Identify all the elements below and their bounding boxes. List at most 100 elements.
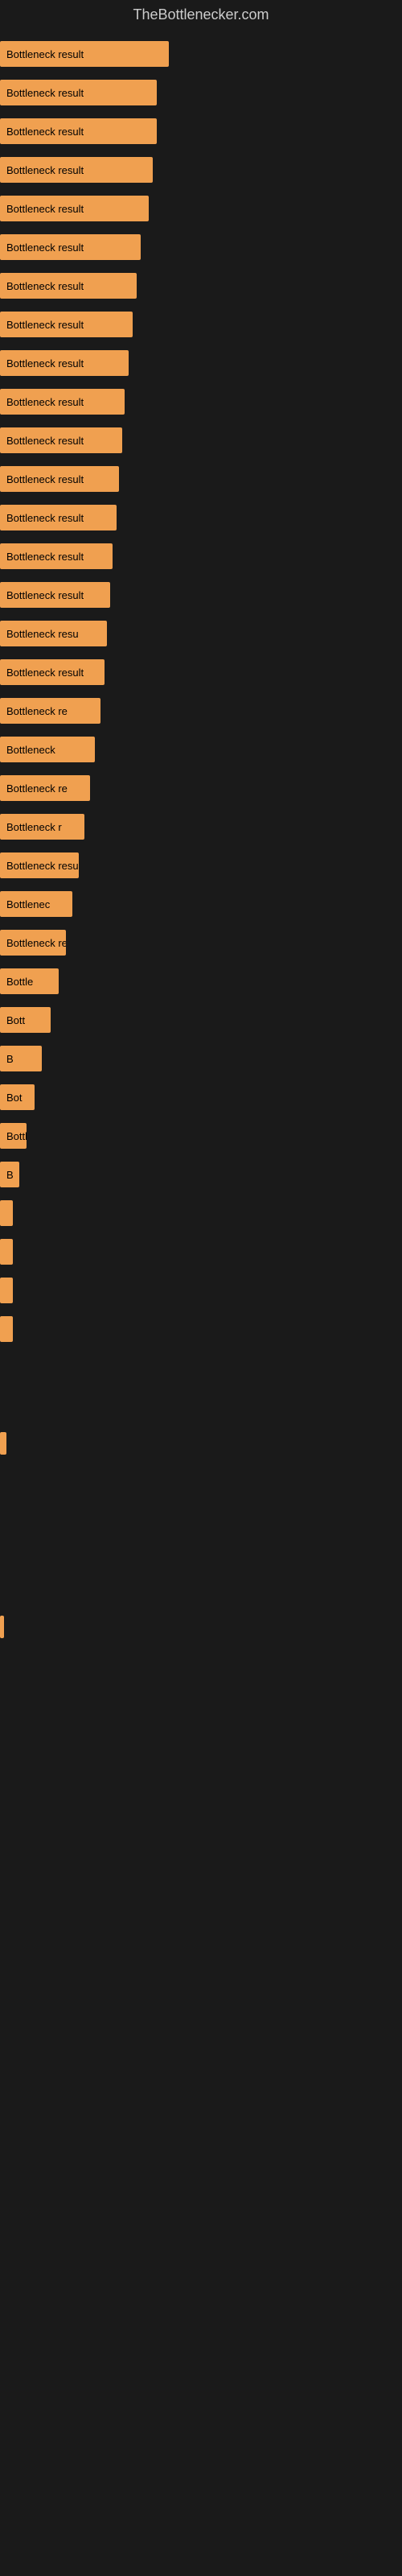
bar[interactable]: Bot — [0, 1084, 35, 1110]
bar[interactable]: Bottleneck result — [0, 659, 105, 685]
bar[interactable]: B — [0, 1162, 19, 1187]
bar[interactable]: Bottleneck result — [0, 157, 153, 183]
bar[interactable]: Bottleneck result — [0, 273, 137, 299]
bar[interactable]: Bottleneck result — [0, 80, 157, 105]
bar-label: Bottleneck result — [6, 87, 84, 99]
bar-row: Bottleneck re — [0, 927, 402, 959]
bar[interactable]: Bottlen — [0, 1123, 27, 1149]
bar-label: Bottleneck result — [6, 280, 84, 292]
bar-label: Bottleneck result — [6, 357, 84, 369]
bar-row: Bottleneck result — [0, 424, 402, 456]
bar-label: Bottleneck result — [6, 589, 84, 601]
bar[interactable]: Bottleneck result — [0, 118, 157, 144]
bar-row — [0, 1274, 402, 1307]
bar[interactable] — [0, 1316, 13, 1342]
bar-row: Bottlenec — [0, 888, 402, 920]
bar[interactable]: Bottleneck result — [0, 41, 169, 67]
bar-row: B — [0, 1042, 402, 1075]
bar[interactable]: Bottleneck result — [0, 234, 141, 260]
bar-row: Bottleneck result — [0, 154, 402, 186]
bar-row: Bottleneck result — [0, 38, 402, 70]
bar[interactable]: Bott — [0, 1007, 51, 1033]
bar[interactable]: Bottleneck result — [0, 466, 119, 492]
bar[interactable]: Bottleneck result — [0, 582, 110, 608]
bar[interactable]: Bottleneck resu — [0, 852, 79, 878]
bottom-bar-row — [0, 1616, 402, 1638]
bottom-bars-container — [0, 1424, 402, 1653]
bar-label: Bottleneck result — [6, 126, 84, 138]
bar-label: Bottleneck r — [6, 821, 62, 833]
bar-label: Bottleneck — [6, 744, 55, 756]
bar-label: Bottleneck re — [6, 705, 68, 717]
bar-row — [0, 1313, 402, 1345]
bar-label: Bottleneck result — [6, 435, 84, 447]
bar[interactable]: Bottlenec — [0, 891, 72, 917]
bar[interactable]: Bottleneck result — [0, 505, 117, 530]
bar-row: Bottleneck result — [0, 579, 402, 611]
bar-label: Bottlenec — [6, 898, 50, 910]
bar[interactable]: Bottleneck re — [0, 775, 90, 801]
bottom-bar — [0, 1432, 6, 1455]
bar-row — [0, 1197, 402, 1229]
bar-row: Bottleneck result — [0, 656, 402, 688]
site-title: TheBottlenecker.com — [0, 0, 402, 30]
bar-row: Bottleneck re — [0, 695, 402, 727]
bar-label: Bottleneck result — [6, 164, 84, 176]
bar[interactable]: B — [0, 1046, 42, 1071]
bar[interactable]: Bottle — [0, 968, 59, 994]
bar-label: B — [6, 1053, 14, 1065]
bar-row — [0, 1236, 402, 1268]
bar-row: Bottleneck result — [0, 270, 402, 302]
bar[interactable]: Bottleneck re — [0, 698, 100, 724]
bar[interactable]: Bottleneck result — [0, 350, 129, 376]
bar-row: Bottleneck result — [0, 115, 402, 147]
bar-label: Bottleneck result — [6, 203, 84, 215]
bar-label: Bottleneck re — [6, 782, 68, 795]
bar-row: Bottleneck — [0, 733, 402, 766]
bar-label: Bottleneck result — [6, 396, 84, 408]
bar[interactable]: Bottleneck resu — [0, 621, 107, 646]
bar-row: Bottleneck resu — [0, 849, 402, 881]
bar[interactable]: Bottleneck r — [0, 814, 84, 840]
bar-row: Bottleneck result — [0, 308, 402, 341]
bar-row: Bott — [0, 1004, 402, 1036]
bar[interactable] — [0, 1200, 13, 1226]
bar-label: Bottleneck result — [6, 551, 84, 563]
bar-row: Bottleneck result — [0, 76, 402, 109]
bar[interactable]: Bottleneck result — [0, 543, 113, 569]
bar-row: Bottleneck resu — [0, 617, 402, 650]
bar[interactable] — [0, 1239, 13, 1265]
bar-row: Bottleneck result — [0, 192, 402, 225]
bar-label: Bottleneck result — [6, 473, 84, 485]
bar-label: Bottleneck result — [6, 319, 84, 331]
bar-label: Bottlen — [6, 1130, 27, 1142]
bar-label: Bottleneck result — [6, 48, 84, 60]
bar-label: Bottle — [6, 976, 33, 988]
bar-row: Bottleneck r — [0, 811, 402, 843]
bar-row: Bottleneck result — [0, 540, 402, 572]
bar-row: B — [0, 1158, 402, 1191]
bar-row: Bottleneck result — [0, 463, 402, 495]
bar[interactable]: Bottleneck result — [0, 196, 149, 221]
bar[interactable]: Bottleneck result — [0, 312, 133, 337]
bar-label: Bot — [6, 1092, 23, 1104]
bar-row: Bottlen — [0, 1120, 402, 1152]
bar-label: Bottleneck resu — [6, 628, 79, 640]
bar-label: Bottleneck result — [6, 512, 84, 524]
bar-label: Bott — [6, 1014, 25, 1026]
bar-label: B — [6, 1169, 14, 1181]
bottom-bar-row — [0, 1432, 402, 1455]
bar-label: Bottleneck re — [6, 937, 66, 949]
bar[interactable]: Bottleneck result — [0, 427, 122, 453]
bar[interactable]: Bottleneck re — [0, 930, 66, 956]
bars-container: Bottleneck result Bottleneck result Bott… — [0, 30, 402, 1360]
bar[interactable]: Bottleneck result — [0, 389, 125, 415]
bar-row: Bottle — [0, 965, 402, 997]
bar-row: Bot — [0, 1081, 402, 1113]
bar[interactable] — [0, 1278, 13, 1303]
bar[interactable]: Bottleneck — [0, 737, 95, 762]
bar-row: Bottleneck result — [0, 231, 402, 263]
bar-label: Bottleneck resu — [6, 860, 79, 872]
bar-row: Bottleneck result — [0, 386, 402, 418]
bottom-bar — [0, 1616, 4, 1638]
